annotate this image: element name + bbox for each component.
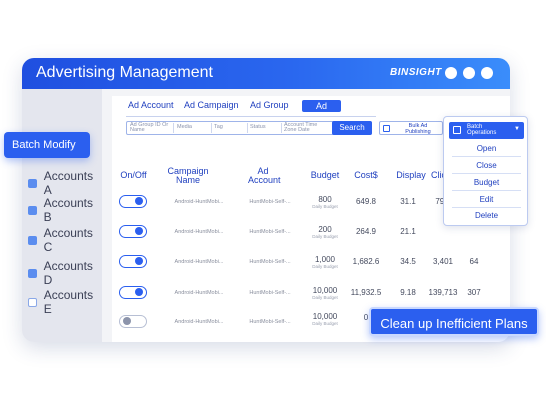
batch-open-option[interactable]: Open bbox=[444, 144, 529, 153]
batch-operations-button[interactable]: Batch Operations ▼ bbox=[449, 122, 524, 139]
batch-budget-option[interactable]: Budget bbox=[444, 178, 529, 187]
title-bar: Advertising Management BINSIGHT bbox=[22, 58, 510, 89]
cost-value: 1,682.6 bbox=[352, 257, 380, 266]
edit-icon bbox=[453, 126, 461, 134]
tag-filter[interactable]: Tag bbox=[214, 124, 223, 130]
extra-value: 64 bbox=[469, 257, 479, 266]
checkbox[interactable] bbox=[28, 235, 37, 245]
col-budget: Budget bbox=[310, 170, 340, 180]
checkbox[interactable] bbox=[28, 268, 37, 278]
divider bbox=[281, 123, 282, 133]
bulk-publish-button[interactable]: Bulk Ad Publishing bbox=[379, 121, 443, 135]
campaign-name[interactable]: Android-HuntMobi... bbox=[168, 319, 230, 325]
account-item-d[interactable]: Accounts D bbox=[28, 259, 102, 287]
tab-ad-campaign[interactable]: Ad Campaign bbox=[184, 100, 239, 110]
cost-value: 264.9 bbox=[355, 227, 377, 236]
divider bbox=[173, 123, 174, 133]
search-button[interactable]: Search bbox=[332, 121, 372, 135]
cost-value: 11,932.5 bbox=[350, 288, 382, 297]
batch-close-option[interactable]: Close bbox=[444, 161, 529, 170]
display-value: 34.5 bbox=[400, 257, 416, 266]
display-value: 9.18 bbox=[400, 288, 416, 297]
tab-underline bbox=[126, 116, 376, 117]
display-value: 21.1 bbox=[400, 227, 416, 236]
window-control-dot[interactable] bbox=[463, 67, 475, 79]
account-sidebar: Accounts A Accounts B Accounts C Account… bbox=[22, 89, 102, 342]
budget-value: 800 Daily Budget bbox=[312, 195, 338, 209]
batch-delete-option[interactable]: Delete bbox=[444, 211, 529, 220]
divider bbox=[247, 123, 248, 133]
divider bbox=[452, 207, 521, 208]
ad-account-name: HuntMobi-Self-... bbox=[249, 290, 291, 296]
account-item-c[interactable]: Accounts C bbox=[28, 226, 102, 254]
divider bbox=[211, 123, 212, 133]
campaign-name[interactable]: Android-HuntMobi... bbox=[168, 229, 230, 235]
media-filter[interactable]: Media bbox=[177, 124, 192, 130]
batch-edit-option[interactable]: Edit bbox=[444, 195, 529, 204]
col-cost: Cost$ bbox=[354, 170, 378, 180]
publish-icon bbox=[383, 125, 390, 132]
tab-ad-group[interactable]: Ad Group bbox=[250, 100, 289, 110]
ad-account-name: HuntMobi-Self-... bbox=[249, 229, 291, 235]
brand-logo: BINSIGHT bbox=[390, 67, 442, 78]
col-campaign: Campaign Name bbox=[167, 166, 209, 185]
extra-value: 307 bbox=[467, 288, 481, 297]
status-filter[interactable]: Status bbox=[250, 124, 266, 130]
campaign-name[interactable]: Android-HuntMobi... bbox=[168, 259, 230, 265]
window-control-dot[interactable] bbox=[481, 67, 493, 79]
campaign-name[interactable]: Android-HuntMobi... bbox=[168, 290, 230, 296]
col-onoff: On/Off bbox=[120, 170, 147, 180]
date-filter[interactable]: Account Time Zone Date bbox=[284, 122, 328, 133]
budget-value: 10,000 Daily Budget bbox=[312, 312, 338, 326]
account-item-e[interactable]: Accounts E bbox=[28, 288, 102, 316]
window-title: Advertising Management bbox=[36, 64, 213, 81]
app-window: Advertising Management BINSIGHT Accounts… bbox=[22, 58, 510, 342]
ad-group-filter[interactable]: Ad Group ID Or Name bbox=[130, 122, 172, 133]
budget-value: 10,000 Daily Budget bbox=[312, 286, 338, 300]
ad-account-name: HuntMobi-Self-... bbox=[249, 199, 291, 205]
batch-modify-callout[interactable]: Batch Modify bbox=[4, 132, 90, 158]
checkbox[interactable] bbox=[28, 178, 37, 188]
divider bbox=[452, 156, 521, 157]
clean-up-callout[interactable]: Clean up Inefficient Plans bbox=[369, 307, 539, 336]
checkbox[interactable] bbox=[28, 205, 37, 215]
tab-ad[interactable]: Ad bbox=[302, 100, 342, 112]
batch-operations-dropdown: Batch Operations ▼ Open Close Budget Edi… bbox=[443, 116, 528, 226]
chevron-down-icon: ▼ bbox=[514, 126, 520, 132]
cost-value: 649.8 bbox=[355, 197, 377, 206]
col-display: Display bbox=[396, 170, 426, 180]
display-value: 31.1 bbox=[400, 197, 416, 206]
campaign-name[interactable]: Android-HuntMobi... bbox=[168, 199, 230, 205]
budget-value: 200 Daily Budget bbox=[312, 225, 338, 239]
window-control-dot[interactable] bbox=[445, 67, 457, 79]
status-toggle[interactable] bbox=[119, 315, 147, 328]
budget-value: 1,000 Daily Budget bbox=[312, 255, 338, 269]
status-toggle[interactable] bbox=[119, 286, 147, 299]
account-item-b[interactable]: Accounts B bbox=[28, 196, 102, 224]
tab-ad-account[interactable]: Ad Account bbox=[128, 100, 174, 110]
divider bbox=[452, 173, 521, 174]
ad-account-name: HuntMobi-Self-... bbox=[249, 259, 291, 265]
ad-account-name: HuntMobi-Self-... bbox=[249, 319, 291, 325]
status-toggle[interactable] bbox=[119, 195, 147, 208]
status-toggle[interactable] bbox=[119, 255, 147, 268]
status-toggle[interactable] bbox=[119, 225, 147, 238]
checkbox[interactable] bbox=[28, 297, 37, 307]
clicks-value: 3,401 bbox=[432, 257, 454, 266]
account-item-a[interactable]: Accounts A bbox=[28, 169, 102, 197]
divider bbox=[452, 190, 521, 191]
col-ad-account: Ad Account bbox=[248, 166, 281, 185]
clicks-value: 139,713 bbox=[428, 288, 458, 297]
